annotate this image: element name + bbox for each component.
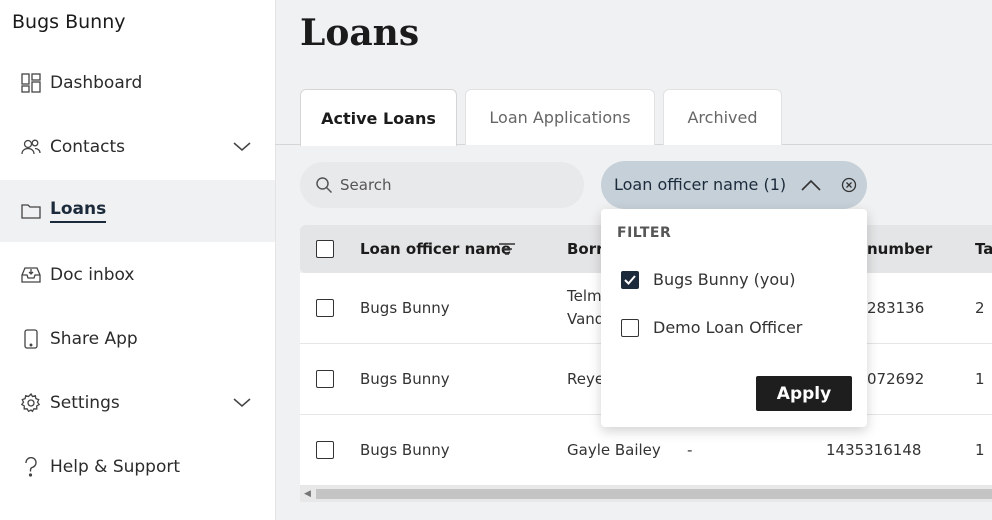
tab-loan-applications[interactable]: Loan Applications — [465, 89, 655, 145]
filter-checkbox-checked[interactable] — [621, 271, 639, 289]
phone-icon — [20, 328, 42, 350]
sidebar-item-loans[interactable]: Loans — [0, 180, 275, 242]
filter-option-label: Bugs Bunny (you) — [653, 270, 796, 289]
filter-dropdown: FILTER Bugs Bunny (you) Demo Loan Office… — [601, 209, 867, 427]
sidebar-item-settings[interactable]: Settings — [0, 372, 275, 434]
apply-button[interactable]: Apply — [756, 376, 852, 411]
filter-chip-label: Loan officer name (1) — [614, 175, 787, 194]
sidebar-item-help-support[interactable]: Help & Support — [0, 436, 275, 498]
folder-icon — [20, 200, 42, 222]
borrower-cell: Telm — [567, 287, 602, 305]
borrower-cell: Vand — [567, 310, 605, 328]
select-all-checkbox[interactable] — [316, 240, 334, 258]
checkmark-icon — [624, 275, 636, 285]
tab-archived[interactable]: Archived — [663, 89, 782, 145]
sidebar-item-label: Doc inbox — [50, 265, 135, 285]
loan-officer-filter-chip[interactable]: Loan officer name (1) — [601, 161, 867, 209]
loan-number-cell: 072692 — [867, 370, 925, 388]
sidebar-item-label: Share App — [50, 329, 138, 349]
co-borrower-cell: - — [687, 441, 693, 459]
horizontal-scrollbar[interactable]: ◀ — [300, 486, 992, 502]
sort-icon[interactable] — [498, 242, 516, 256]
sidebar-item-label: Help & Support — [50, 457, 181, 477]
dashboard-icon — [20, 72, 42, 94]
scroll-left-arrow-icon[interactable]: ◀ — [304, 489, 311, 499]
contacts-icon — [20, 136, 42, 158]
tab-active-loans[interactable]: Active Loans — [300, 89, 457, 146]
filter-heading: FILTER — [617, 225, 672, 241]
sidebar-item-label: Settings — [50, 393, 120, 413]
row-checkbox[interactable] — [316, 441, 334, 459]
loan-officer-cell: Bugs Bunny — [360, 370, 450, 388]
gear-icon — [20, 392, 42, 414]
clear-filter-icon[interactable] — [841, 177, 857, 193]
row-checkbox[interactable] — [316, 370, 334, 388]
sidebar-item-share-app[interactable]: Share App — [0, 308, 275, 370]
loan-number-cell: 1435316148 — [826, 441, 922, 459]
page-title: Loans — [300, 12, 420, 54]
filter-option-bugs-bunny[interactable]: Bugs Bunny (you) — [617, 267, 847, 295]
loan-officer-cell: Bugs Bunny — [360, 299, 450, 317]
chevron-up-icon[interactable] — [800, 178, 822, 192]
tasks-cell: 1 — [975, 441, 985, 459]
loan-officer-cell: Bugs Bunny — [360, 441, 450, 459]
borrower-cell: Gayle Bailey — [567, 441, 661, 459]
sidebar-item-label: Dashboard — [50, 73, 143, 93]
column-header-number[interactable]: number — [867, 240, 932, 258]
inbox-icon — [20, 264, 42, 286]
filter-option-demo-loan-officer[interactable]: Demo Loan Officer — [617, 315, 847, 343]
chevron-down-icon[interactable] — [233, 138, 251, 156]
sidebar-item-label: Contacts — [50, 137, 125, 157]
tasks-cell: 2 — [975, 299, 985, 317]
tasks-cell: 1 — [975, 370, 985, 388]
help-icon — [20, 456, 42, 478]
user-name: Bugs Bunny — [12, 11, 126, 33]
column-header-tasks[interactable]: Ta — [975, 240, 992, 258]
search-box — [300, 162, 584, 208]
sidebar-item-doc-inbox[interactable]: Doc inbox — [0, 244, 275, 306]
sidebar: Bugs Bunny Dashboard Contacts Loans Doc … — [0, 0, 276, 520]
row-checkbox[interactable] — [316, 299, 334, 317]
sidebar-item-contacts[interactable]: Contacts — [0, 116, 275, 178]
column-header-loan-officer[interactable]: Loan officer name — [360, 240, 511, 258]
search-icon — [316, 177, 333, 194]
chevron-down-icon[interactable] — [233, 394, 251, 412]
scrollbar-thumb[interactable] — [316, 489, 992, 499]
filter-option-label: Demo Loan Officer — [653, 318, 803, 337]
search-input[interactable] — [340, 162, 570, 208]
loan-number-cell: 283136 — [867, 299, 925, 317]
sidebar-item-dashboard[interactable]: Dashboard — [0, 52, 275, 114]
sidebar-item-label: Loans — [50, 199, 107, 223]
borrower-cell: Reye — [567, 370, 605, 388]
filter-checkbox[interactable] — [621, 319, 639, 337]
